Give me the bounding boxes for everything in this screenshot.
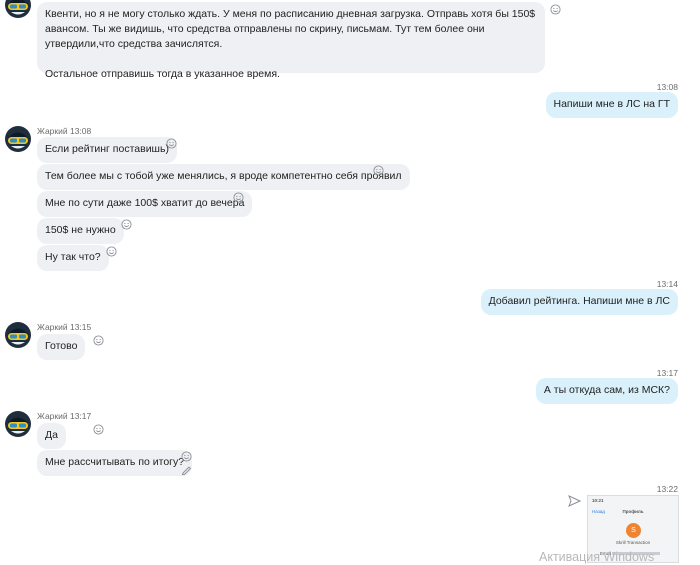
windows-activation-watermark: Активация Windows: [539, 550, 655, 564]
reaction-icon[interactable]: [93, 424, 104, 435]
avatar[interactable]: [5, 0, 31, 18]
message-text: Остальное отправишь тогда в указанное вр…: [45, 68, 280, 80]
message-bubble: Готово: [37, 334, 86, 360]
message-text: Мне по сути даже 100$ хватит до вечера: [45, 197, 245, 209]
message-bubble: Ну так что?: [37, 245, 109, 271]
reaction-icon[interactable]: [166, 138, 177, 149]
avatar[interactable]: [5, 322, 31, 348]
timestamp: 13:17: [656, 368, 678, 378]
reaction-icon[interactable]: [121, 219, 132, 230]
avatar[interactable]: [5, 411, 31, 437]
message-text: Да: [45, 429, 58, 441]
message-bubble: 150$ не нужно: [37, 218, 124, 244]
timestamp: 13:14: [656, 279, 678, 289]
timestamp: 13:08: [656, 82, 678, 92]
message-text: Мне рассчитывать по итогу?: [45, 456, 185, 468]
message-text: Ну так что?: [45, 251, 101, 263]
message-bubble-outgoing: А ты откуда сам, из МСК?: [535, 378, 678, 404]
sender-time: Жаркий 13:15: [37, 322, 92, 332]
message-text: 150$ не нужно: [45, 224, 116, 236]
message-bubble: Да: [37, 423, 66, 449]
message-text: Тем более мы с тобой уже менялись, я вро…: [45, 170, 402, 182]
message-text: Добавил рейтинга. Напиши мне в ЛС: [488, 295, 670, 307]
message-bubble-outgoing: Добавил рейтинга. Напиши мне в ЛС: [480, 289, 678, 315]
message-text: Напиши мне в ЛС на ГТ: [553, 98, 671, 110]
avatar[interactable]: [5, 126, 31, 152]
pencil-icon[interactable]: [181, 464, 192, 475]
message-text: Готово: [45, 340, 78, 352]
profile-avatar: S: [626, 523, 641, 538]
message-bubble-outgoing: Напиши мне в ЛС на ГТ: [545, 92, 678, 118]
reaction-icon[interactable]: [373, 165, 384, 176]
timestamp: 13:22: [656, 484, 678, 494]
reaction-icon[interactable]: [233, 192, 244, 203]
message-bubble: Мне рассчитывать по итогу?: [37, 450, 193, 476]
message-text: А ты откуда сам, из МСК?: [543, 384, 670, 396]
message-bubble: Если рейтинг поставишь): [37, 137, 177, 163]
message-bubble: Тем более мы с тобой уже менялись, я вро…: [37, 164, 410, 190]
message-text: Если рейтинг поставишь): [45, 143, 169, 155]
reaction-icon[interactable]: [550, 4, 561, 15]
screen-title: Профиль: [622, 509, 644, 514]
sender-time: Жаркий 13:17: [37, 411, 92, 421]
status-time: 10:21: [592, 498, 604, 503]
reaction-icon[interactable]: [106, 246, 117, 257]
reaction-icon[interactable]: [181, 451, 192, 462]
sender-time: Жаркий 13:08: [37, 126, 92, 136]
profile-name: Skrill Transaction: [615, 540, 651, 545]
message-bubble: Квенти, но я не могу столько ждать. У ме…: [37, 2, 545, 80]
message-bubble: Мне по сути даже 100$ хватит до вечера: [37, 191, 253, 217]
message-text: Квенти, но я не могу столько ждать. У ме…: [45, 8, 536, 50]
send-arrow-icon[interactable]: [568, 495, 581, 507]
reaction-icon[interactable]: [93, 335, 104, 346]
